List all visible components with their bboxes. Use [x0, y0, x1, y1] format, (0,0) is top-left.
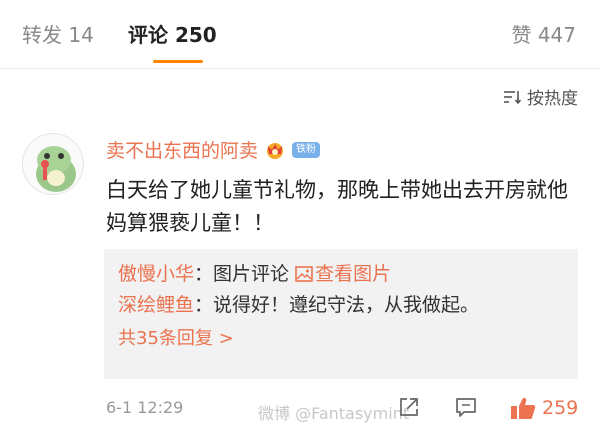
like-count: 259	[542, 397, 579, 419]
tab-repost[interactable]: 转发 14	[22, 22, 94, 48]
crown-icon	[267, 142, 284, 159]
sort-label: 按热度	[527, 89, 578, 109]
share-icon	[400, 398, 418, 416]
sort-icon	[504, 90, 521, 104]
reply-username[interactable]: 傲慢小华	[118, 263, 194, 285]
fan-badge: 铁粉	[292, 141, 321, 158]
comment-timestamp: 6-1 12:29	[106, 398, 184, 417]
tab-comments[interactable]: 评论 250	[128, 22, 217, 48]
frog-avatar-icon	[36, 146, 76, 192]
tab-bar: 转发 14 评论 250 赞 447	[0, 0, 600, 70]
like-button[interactable]: 259	[510, 396, 578, 420]
thumbs-up-icon	[511, 397, 536, 419]
reply-separator: ：	[194, 263, 214, 285]
reply-item: 深绘鲤鱼：说得好！遵纪守法，从我做起。	[118, 290, 564, 321]
reply-text: 说得好！遵纪守法，从我做起。	[213, 294, 480, 316]
comment-header: 卖不出东西的阿卖 铁粉	[106, 136, 321, 163]
divider	[0, 68, 600, 69]
comment-username[interactable]: 卖不出东西的阿卖	[106, 136, 258, 163]
active-tab-indicator	[153, 60, 203, 63]
tab-likes[interactable]: 赞 447	[511, 22, 576, 48]
comment-icon	[456, 398, 476, 417]
reply-text: 图片评论	[213, 263, 296, 285]
reply-separator: ：	[194, 294, 214, 316]
reply-item: 傲慢小华：图片评论 查看图片	[118, 259, 564, 290]
comment-text: 白天给了她儿童节礼物，那晚上带她出去开房就他妈算猥亵儿童！！	[106, 178, 568, 235]
more-replies-link[interactable]: 共35条回复 >	[118, 323, 234, 354]
view-image-label: 查看图片	[315, 263, 392, 285]
view-image-link[interactable]: 查看图片	[295, 263, 391, 285]
watermark: 微博 @Fantasymint	[258, 404, 410, 423]
avatar[interactable]	[22, 133, 84, 195]
reply-username[interactable]: 深绘鲤鱼	[118, 294, 194, 316]
sort-button[interactable]: 按热度	[503, 84, 578, 109]
image-icon	[295, 266, 313, 282]
reply-button[interactable]	[455, 396, 477, 418]
share-button[interactable]	[398, 396, 420, 418]
reply-list: 傲慢小华：图片评论 查看图片 深绘鲤鱼：说得好！遵纪守法，从我做起。 共35条回…	[104, 249, 578, 379]
